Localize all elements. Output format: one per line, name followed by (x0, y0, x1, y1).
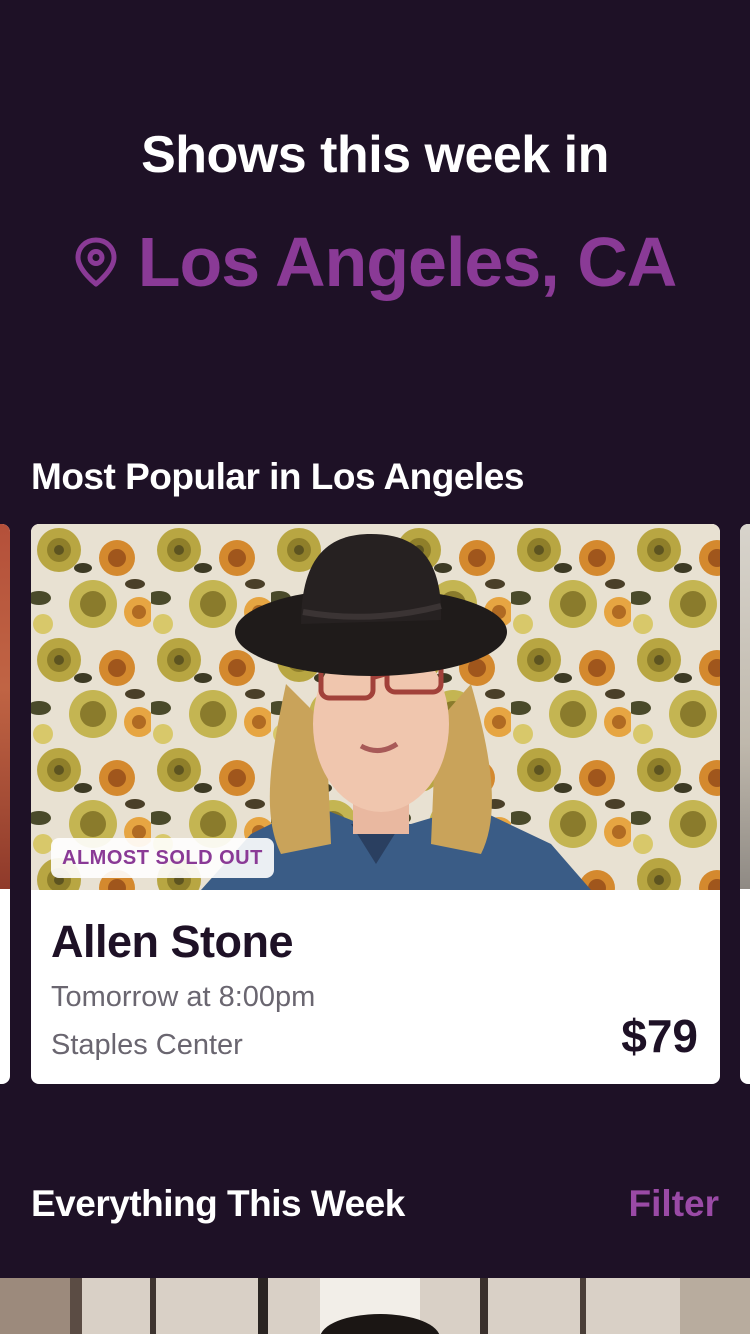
event-list-preview-image[interactable] (0, 1278, 750, 1334)
previous-event-card[interactable] (0, 524, 10, 1084)
artist-photo: ALMOST SOLD OUT (31, 524, 720, 890)
event-details: Allen Stone Tomorrow at 8:00pm Staples C… (31, 890, 720, 1084)
event-time: Tomorrow at 8:00pm (51, 981, 316, 1013)
location-pin-icon (75, 237, 117, 287)
next-event-card[interactable] (740, 524, 750, 1084)
everything-this-week-heading: Everything This Week (31, 1183, 405, 1224)
next-event-image (740, 524, 750, 889)
previous-event-image (0, 524, 10, 889)
page-headline: Shows this week in (141, 126, 609, 184)
event-card[interactable]: ALMOST SOLD OUT Allen Stone Tomorrow at … (31, 524, 720, 1084)
artist-name: Allen Stone (51, 916, 294, 967)
status-badge: ALMOST SOLD OUT (51, 838, 274, 878)
filter-button[interactable]: Filter (629, 1182, 719, 1226)
location-label: Los Angeles, CA (137, 223, 678, 301)
ticket-price: $79 (621, 1010, 698, 1062)
most-popular-heading: Most Popular in Los Angeles (31, 456, 524, 497)
location-selector[interactable]: Los Angeles, CA (0, 222, 750, 302)
app-screen: Shows this week in Los Angeles, CA Most … (0, 0, 750, 1334)
event-venue: Staples Center (51, 1029, 243, 1061)
